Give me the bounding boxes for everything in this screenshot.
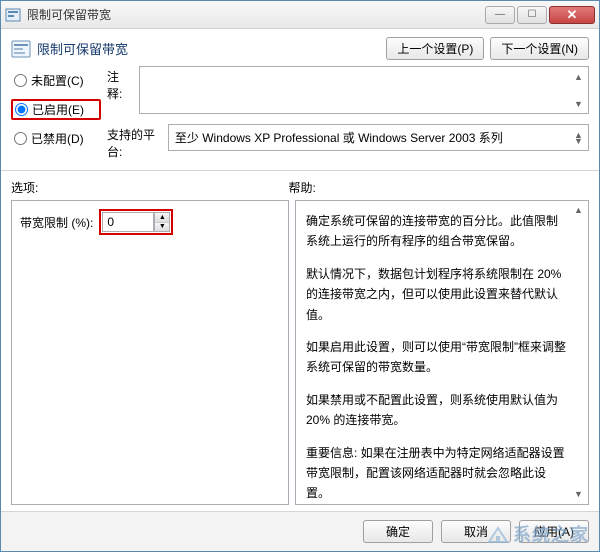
- radio-disabled-label: 已禁用(D): [31, 130, 84, 147]
- scroll-down-icon[interactable]: ▼: [571, 133, 586, 148]
- minimize-button[interactable]: —: [485, 6, 515, 24]
- radio-enabled[interactable]: 已启用(E): [11, 99, 101, 120]
- previous-setting-button[interactable]: 上一个设置(P): [386, 37, 484, 60]
- apply-button[interactable]: 应用(A): [519, 520, 589, 543]
- window-title: 限制可保留带宽: [27, 6, 483, 23]
- options-panel: 带宽限制 (%): ▲ ▼: [11, 200, 289, 505]
- close-button[interactable]: ✕: [549, 6, 595, 24]
- spin-down-button[interactable]: ▼: [155, 223, 169, 232]
- comment-label: 注释:: [107, 66, 133, 102]
- bandwidth-limit-label: 带宽限制 (%):: [20, 214, 93, 231]
- supported-platform-value: 至少 Windows XP Professional 或 Windows Ser…: [175, 131, 503, 145]
- titlebar: 限制可保留带宽 — ☐ ✕: [1, 1, 599, 29]
- help-label: 帮助:: [288, 179, 589, 196]
- supported-platform-label: 支持的平台:: [107, 124, 162, 160]
- help-paragraph: 默认情况下，数据包计划程序将系统限制在 20% 的连接带宽之内，但可以使用此设置…: [306, 264, 566, 325]
- scroll-up-icon[interactable]: ▲: [571, 203, 586, 218]
- policy-editor-window: 限制可保留带宽 — ☐ ✕ 限制可保留带宽 上一个设置(P) 下一个设置(N): [0, 0, 600, 552]
- radio-not-configured[interactable]: 未配置(C): [11, 70, 101, 91]
- page-title: 限制可保留带宽: [37, 39, 386, 58]
- radio-disabled[interactable]: 已禁用(D): [11, 128, 101, 149]
- help-paragraph: 如果启用此设置，则可以使用“带宽限制”框来调整系统可保留的带宽数量。: [306, 337, 566, 378]
- next-setting-button[interactable]: 下一个设置(N): [490, 37, 589, 60]
- help-paragraph: 确定系统可保留的连接带宽的百分比。此值限制系统上运行的所有程序的组合带宽保留。: [306, 211, 566, 252]
- window-controls: — ☐ ✕: [483, 6, 595, 24]
- policy-icon: [11, 39, 31, 59]
- radio-enabled-input[interactable]: [15, 103, 28, 116]
- help-panel: ▲ 确定系统可保留的连接带宽的百分比。此值限制系统上运行的所有程序的组合带宽保留…: [295, 200, 589, 505]
- scroll-down-icon[interactable]: ▼: [571, 96, 586, 111]
- comment-textarea[interactable]: ▲ ▼: [139, 66, 589, 114]
- options-label: 选项:: [11, 179, 288, 196]
- radio-not-configured-input[interactable]: [14, 74, 27, 87]
- scroll-down-icon[interactable]: ▼: [571, 487, 586, 502]
- app-icon: [5, 7, 21, 23]
- radio-disabled-input[interactable]: [14, 132, 27, 145]
- spin-up-button[interactable]: ▲: [155, 213, 169, 223]
- dialog-footer: 确定 取消 应用(A) 系统之家: [1, 511, 599, 551]
- bandwidth-limit-spinner: ▲ ▼: [99, 209, 173, 235]
- radio-enabled-label: 已启用(E): [32, 101, 84, 118]
- radio-not-configured-label: 未配置(C): [31, 72, 84, 89]
- help-paragraph: 如果禁用或不配置此设置，则系统使用默认值为 20% 的连接带宽。: [306, 390, 566, 431]
- section-labels: 选项: 帮助:: [1, 171, 599, 200]
- ok-button[interactable]: 确定: [363, 520, 433, 543]
- help-paragraph: 重要信息: 如果在注册表中为特定网络适配器设置带宽限制，配置该网络适配器时就会忽…: [306, 443, 566, 504]
- bandwidth-limit-input[interactable]: [102, 212, 154, 232]
- scroll-up-icon[interactable]: ▲: [571, 69, 586, 84]
- cancel-button[interactable]: 取消: [441, 520, 511, 543]
- header-section: 限制可保留带宽 上一个设置(P) 下一个设置(N) 未配置(C) 已启用(E): [1, 29, 599, 171]
- supported-platform-box: 至少 Windows XP Professional 或 Windows Ser…: [168, 124, 589, 151]
- maximize-button[interactable]: ☐: [517, 6, 547, 24]
